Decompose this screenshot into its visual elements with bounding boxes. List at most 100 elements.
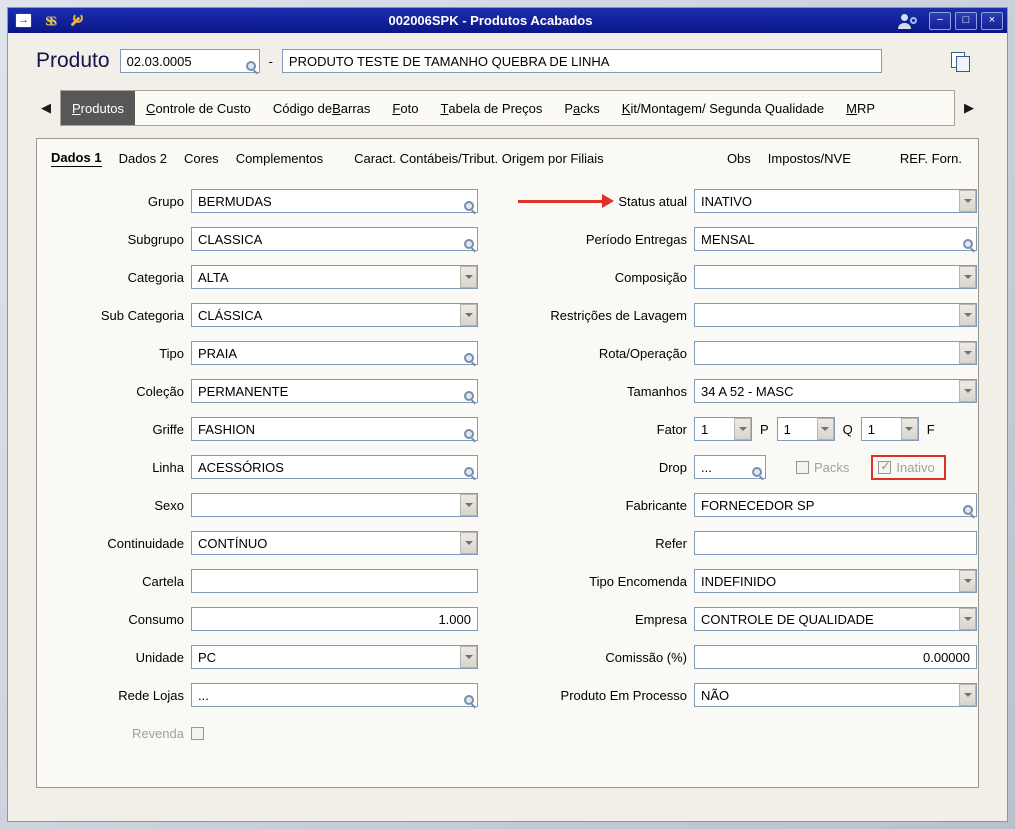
tab-produtos[interactable]: Produtos [61,91,135,125]
cartela-input[interactable] [191,569,478,593]
restricoes-lavagem-input[interactable] [694,303,977,327]
tab-tabela-de-precos[interactable]: Tabela de Preços [429,91,553,125]
tipo-encomenda-select[interactable] [694,569,977,593]
revenda-checkbox[interactable] [191,727,204,740]
continuidade-input[interactable] [191,531,478,555]
dropdown-button[interactable] [460,646,477,668]
periodo-entregas-input[interactable] [694,227,977,251]
product-description-field[interactable] [282,49,882,73]
empresa-input[interactable] [694,607,977,631]
dropdown-button[interactable] [959,266,976,288]
lookup-magnifier-icon[interactable] [464,239,476,251]
lookup-magnifier-icon[interactable] [963,505,975,517]
dropdown-button[interactable] [901,418,918,440]
linha-field[interactable] [191,455,478,479]
refer-field[interactable] [694,531,977,555]
restricoes-lavagem-select[interactable] [694,303,977,327]
categoria-input[interactable] [191,265,478,289]
subtab-caract-contabeis[interactable]: Caract. Contábeis/Tribut. Origem por Fil… [354,151,604,166]
fator-p-select[interactable] [777,417,835,441]
produto-em-processo-select[interactable] [694,683,977,707]
periodo-entregas-field[interactable] [694,227,977,251]
dropdown-button[interactable] [734,418,751,440]
dropdown-button[interactable] [959,684,976,706]
minimize-button[interactable]: − [929,12,951,30]
fabricante-input[interactable] [694,493,977,517]
lookup-magnifier-icon[interactable] [246,61,258,73]
rede-lojas-field[interactable] [191,683,478,707]
lookup-magnifier-icon[interactable] [464,695,476,707]
user-search-icon[interactable] [897,13,917,29]
sub-categoria-input[interactable] [191,303,478,327]
inativo-checkbox[interactable] [878,461,891,474]
comissao-field[interactable] [694,645,977,669]
dropdown-button[interactable] [959,342,976,364]
lookup-magnifier-icon[interactable] [464,353,476,365]
lookup-magnifier-icon[interactable] [464,201,476,213]
consumo-input[interactable] [191,607,478,631]
tipo-field[interactable] [191,341,478,365]
product-code-input[interactable] [120,49,260,73]
dropdown-button[interactable] [959,380,976,402]
tipo-input[interactable] [191,341,478,365]
produto-em-processo-input[interactable] [694,683,977,707]
tab-kit-montagem-segunda-qualidade[interactable]: Kit/Montagem/ Segunda Qualidade [611,91,835,125]
lookup-magnifier-icon[interactable] [464,467,476,479]
tab-scroll-right-icon[interactable]: ▶ [959,100,979,116]
maximize-button[interactable]: □ [955,12,977,30]
linha-input[interactable] [191,455,478,479]
dropdown-button[interactable] [460,304,477,326]
lookup-magnifier-icon[interactable] [464,429,476,441]
dropdown-button[interactable] [460,532,477,554]
subgrupo-input[interactable] [191,227,478,251]
consumo-field[interactable] [191,607,478,631]
tab-controle-de-custo[interactable]: Controle de Custo [135,91,262,125]
fator-select[interactable] [694,417,752,441]
subtab-impostos-nve[interactable]: Impostos/NVE [768,151,851,166]
dropdown-button[interactable] [817,418,834,440]
subtab-dados-1[interactable]: Dados 1 [51,150,102,167]
subtab-ref-forn[interactable]: REF. Forn. [900,151,962,166]
composicao-input[interactable] [694,265,977,289]
colecao-field[interactable] [191,379,478,403]
tab-scroll-left-icon[interactable]: ◀ [36,100,56,116]
refer-input[interactable] [694,531,977,555]
dropdown-button[interactable] [959,570,976,592]
exit-icon[interactable]: → [15,13,32,28]
fabricante-field[interactable] [694,493,977,517]
unidade-select[interactable] [191,645,478,669]
tab-mrp[interactable]: MRP [835,91,886,125]
dropdown-button[interactable] [959,304,976,326]
grupo-field[interactable] [191,189,478,213]
colecao-input[interactable] [191,379,478,403]
tamanhos-input[interactable] [694,379,977,403]
griffe-input[interactable] [191,417,478,441]
composicao-select[interactable] [694,265,977,289]
wrench-icon[interactable] [67,13,84,28]
rota-operacao-select[interactable] [694,341,977,365]
subgrupo-field[interactable] [191,227,478,251]
dropdown-button[interactable] [460,266,477,288]
drop-field[interactable] [694,455,766,479]
packs-checkbox[interactable] [796,461,809,474]
status-atual-select[interactable] [694,189,977,213]
rota-operacao-input[interactable] [694,341,977,365]
lookup-magnifier-icon[interactable] [963,239,975,251]
subtab-complementos[interactable]: Complementos [236,151,323,166]
dropdown-button[interactable] [959,190,976,212]
dropdown-button[interactable] [460,494,477,516]
dropdown-button[interactable] [959,608,976,630]
product-description-input[interactable] [282,49,882,73]
lookup-magnifier-icon[interactable] [464,391,476,403]
continuidade-select[interactable] [191,531,478,555]
lookup-magnifier-icon[interactable] [752,467,764,479]
tab-codigo-de-barras[interactable]: Código de Barras [262,91,382,125]
tamanhos-select[interactable] [694,379,977,403]
sexo-select[interactable] [191,493,478,517]
grupo-input[interactable] [191,189,478,213]
empresa-select[interactable] [694,607,977,631]
subtab-obs[interactable]: Obs [727,151,751,166]
close-button[interactable]: × [981,12,1003,30]
sexo-input[interactable] [191,493,478,517]
status-atual-input[interactable] [694,189,977,213]
